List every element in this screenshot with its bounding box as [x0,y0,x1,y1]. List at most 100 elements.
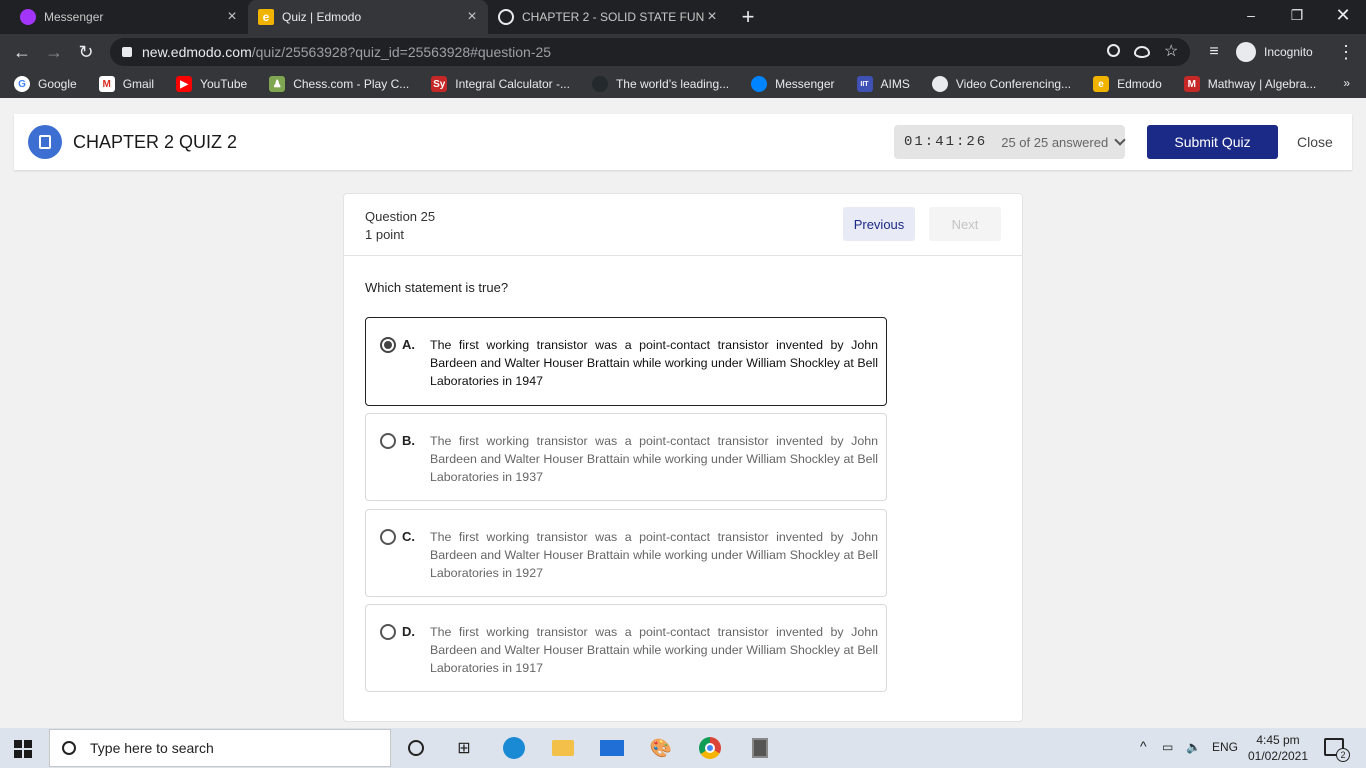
option-letter: D. [402,624,415,639]
option-letter: C. [402,529,415,544]
option-letter: A. [402,337,415,352]
edge-icon[interactable] [502,736,526,760]
option-text: The first working transistor was a point… [430,625,878,675]
next-button[interactable]: Next [929,207,1001,241]
taskbar-search-box[interactable]: Type here to search [49,729,391,767]
media-control-icon[interactable]: ≡ [1200,38,1228,66]
bookmark-label: Chess.com - Play C... [293,77,410,91]
answer-option-d[interactable]: D. The first working transistor was a po… [365,604,887,692]
bookmark-label: YouTube [200,77,248,91]
answer-option-a[interactable]: A. The first working transistor was a po… [365,317,887,406]
answer-option-b[interactable]: B. The first working transistor was a po… [365,413,887,501]
radio-button[interactable] [380,337,396,353]
quiz-header: CHAPTER 2 QUIZ 2 01:41:26 25 of 25 answe… [14,114,1352,170]
incognito-icon [1236,42,1256,62]
address-bar[interactable]: new.edmodo.com/quiz/25563928?quiz_id=255… [110,38,1190,66]
submit-quiz-button[interactable]: Submit Quiz [1147,125,1278,159]
bookmark-video-conferencing[interactable]: Video Conferencing... [931,76,1072,92]
close-tab-icon[interactable]: × [704,9,720,25]
tab-quiz-edmodo[interactable]: e Quiz | Edmodo × [248,0,488,34]
google-icon: G [14,76,30,92]
url-text: new.edmodo.com/quiz/25563928?quiz_id=255… [142,44,551,60]
url-path: /quiz/25563928?quiz_id=25563928#question… [251,44,552,60]
calculator-icon[interactable] [748,736,772,760]
bookmark-label: The world’s leading... [615,77,730,91]
close-tab-icon[interactable]: × [464,9,480,25]
tracking-blocked-icon[interactable] [1134,46,1150,58]
bookmark-label: Mathway | Algebra... [1207,77,1317,91]
restore-icon[interactable]: ❐ [1274,0,1320,30]
network-icon[interactable]: ▭ [1162,740,1173,754]
lock-icon [122,47,132,57]
radio-button[interactable] [380,624,396,640]
tab-title: CHAPTER 2 - SOLID STATE FUNDA [522,10,704,24]
new-tab-icon[interactable]: + [738,6,758,28]
previous-button[interactable]: Previous [843,207,915,241]
bookmark-messenger[interactable]: Messenger [751,76,835,92]
radio-button[interactable] [380,529,396,545]
tab-chapter-2[interactable]: CHAPTER 2 - SOLID STATE FUNDA × [488,0,728,34]
browser-tab-strip: Messenger × e Quiz | Edmodo × CHAPTER 2 … [0,0,1366,34]
bookmark-youtube[interactable]: ▶ YouTube [176,76,247,92]
bookmark-gmail[interactable]: M Gmail [98,76,154,92]
edmodo-icon: e [258,9,274,25]
zoom-icon[interactable] [1107,44,1120,57]
bookmark-google[interactable]: G Google [14,76,77,92]
quiz-title: CHAPTER 2 QUIZ 2 [73,132,238,152]
answered-count: 25 of 25 answered [1001,134,1109,150]
bookmark-star-icon[interactable]: ☆ [1164,44,1180,60]
bookmark-aims[interactable]: IIT AIMS [856,76,910,92]
bookmark-label: Video Conferencing... [955,77,1072,91]
question-points: 1 point [365,227,405,242]
system-clock[interactable]: 4:45 pm 01/02/2021 [1246,732,1310,764]
cortana-icon[interactable] [404,736,428,760]
volume-icon[interactable]: 🔈 [1186,740,1201,754]
incognito-badge[interactable]: Incognito [1236,42,1313,62]
bookmarks-bar: G Google M Gmail ▶ YouTube ♟ Chess.com - Pla… [0,70,1366,98]
chrome-icon[interactable] [698,736,722,760]
bookmark-mathway[interactable]: M Mathway | Algebra... [1183,76,1317,92]
tab-messenger[interactable]: Messenger × [0,0,248,34]
windows-taskbar: Type here to search ⊞ 🎨 ^ ▭ 🔈 ENG 4:45 p… [0,728,1366,768]
bookmark-label: Edmodo [1117,77,1162,91]
file-explorer-icon[interactable] [551,736,575,760]
bookmark-chess[interactable]: ♟ Chess.com - Play C... [269,76,409,92]
bookmark-edmodo[interactable]: e Edmodo [1093,76,1162,92]
forward-icon[interactable]: → [40,38,68,66]
bookmark-label: Google [38,77,77,91]
close-window-icon[interactable]: ✕ [1320,0,1366,30]
timer: 01:41:26 [904,134,988,150]
close-button[interactable]: Close [1297,134,1333,150]
url-host: new.edmodo.com [142,44,252,60]
bookmark-label: AIMS [880,77,910,91]
aims-icon: IIT [856,76,873,92]
paint-icon[interactable]: 🎨 [649,736,673,760]
windows-start-icon[interactable] [14,740,32,758]
task-view-icon[interactable]: ⊞ [452,736,476,760]
back-icon[interactable]: ← [8,38,36,66]
radio-button[interactable] [380,433,396,449]
bookmark-github[interactable]: The world’s leading... [591,76,730,92]
mail-icon[interactable] [600,736,624,760]
menu-icon[interactable]: ⋮ [1332,38,1360,66]
answer-option-c[interactable]: C. The first working transistor was a po… [365,509,887,597]
notification-icon[interactable]: 2 [1324,738,1350,762]
more-bookmarks-icon[interactable]: » [1343,76,1350,90]
bookmark-label: Messenger [775,77,835,91]
globe-icon [931,76,948,92]
chevron-down-icon [1114,134,1126,146]
reload-icon[interactable]: ↻ [72,38,100,66]
tab-title: Messenger [44,10,104,24]
progress-dropdown[interactable]: 01:41:26 25 of 25 answered [894,125,1126,159]
language-indicator[interactable]: ENG [1212,740,1238,754]
close-tab-icon[interactable]: × [224,9,240,25]
question-prompt: Which statement is true? [365,280,509,295]
option-text: The first working transistor was a point… [430,434,878,484]
chess-pawn-icon: ♟ [269,76,286,92]
bookmark-integral-calculator[interactable]: Sy Integral Calculator -... [431,76,570,92]
minimize-icon[interactable]: – [1228,0,1274,30]
gmail-icon: M [98,76,115,92]
tab-title: Quiz | Edmodo [282,10,362,24]
question-number: Question 25 [365,209,436,224]
chevron-up-icon[interactable]: ^ [1140,738,1147,754]
